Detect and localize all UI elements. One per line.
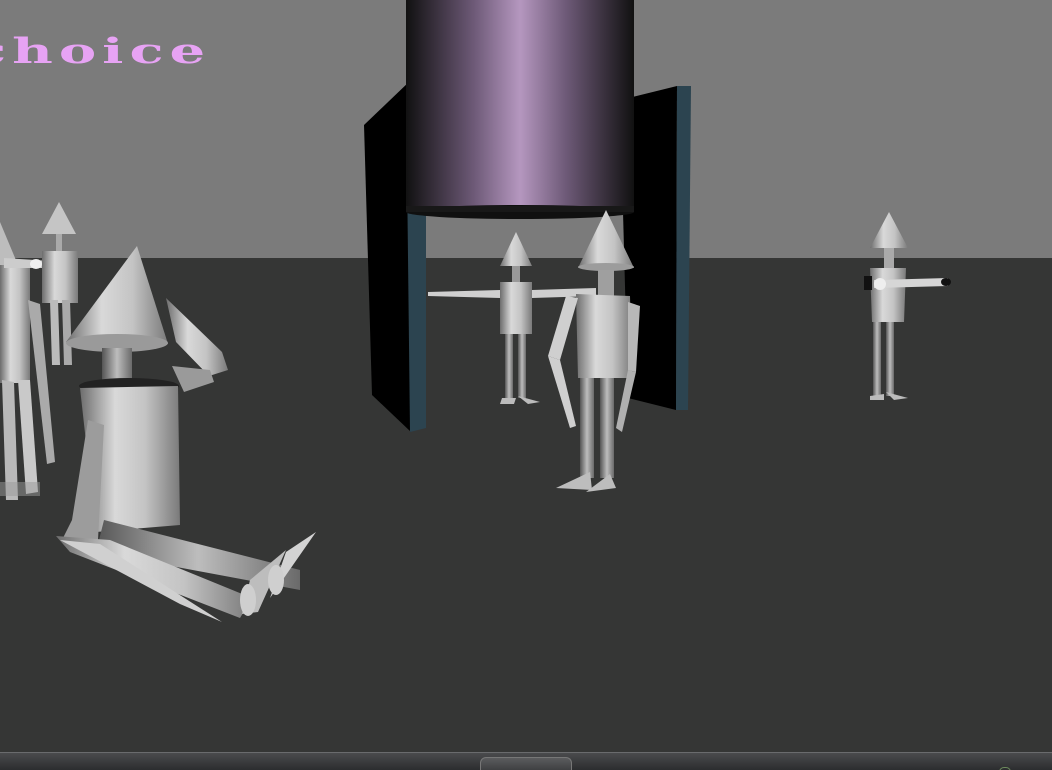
- game-viewport[interactable]: choice: [0, 0, 1052, 770]
- 3d-scene[interactable]: [0, 0, 1052, 770]
- floating-3d-text: choice: [0, 30, 212, 72]
- bottom-bar: [0, 752, 1052, 770]
- bottom-panel-handle[interactable]: [480, 757, 1011, 770]
- purple-cylinder-pillar: [406, 0, 634, 219]
